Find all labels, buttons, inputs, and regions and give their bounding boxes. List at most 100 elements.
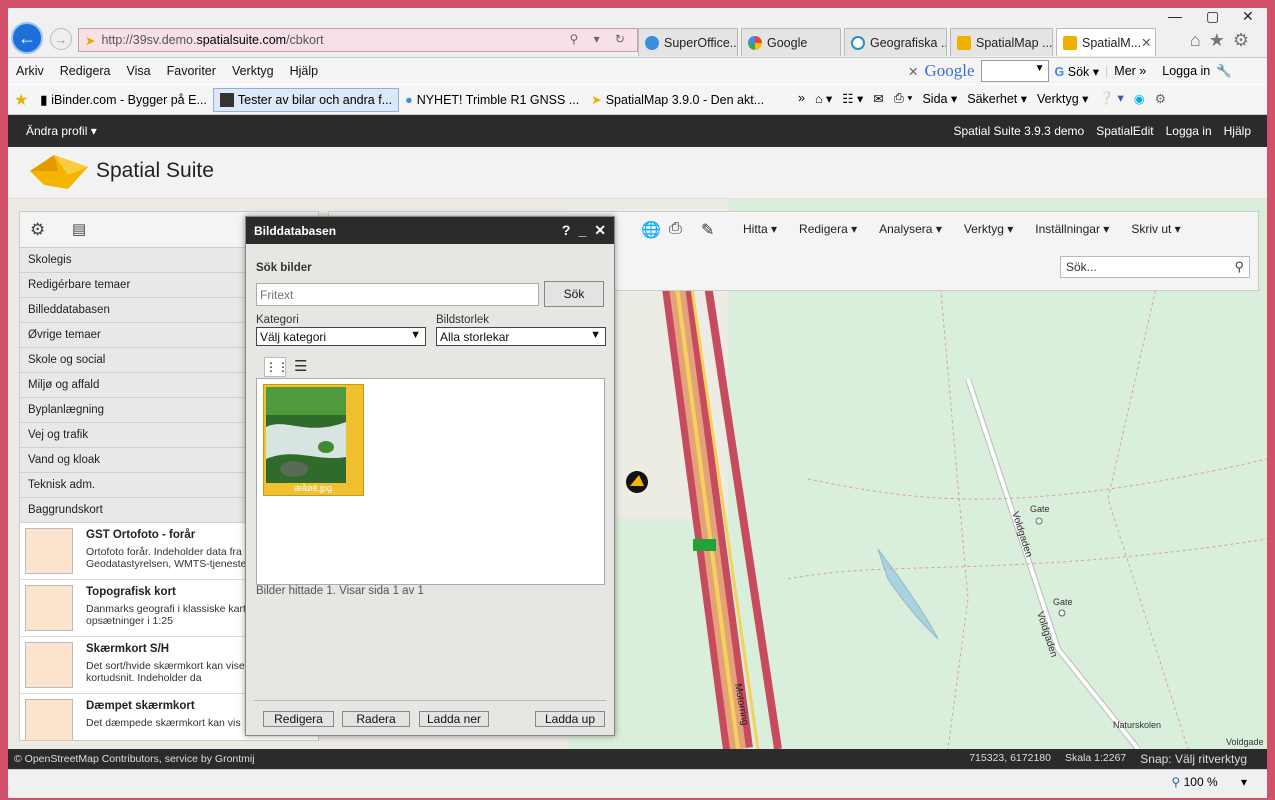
tab-google[interactable]: Google (741, 28, 841, 56)
fav-trimble[interactable]: ● NYHET! Trimble R1 GNSS ... (399, 93, 585, 107)
basemap-title: Topografisk kort (86, 586, 176, 598)
tab-label: SpatialM... (1082, 35, 1142, 50)
gear-icon[interactable]: ⚙ (1155, 91, 1166, 106)
google-login-button[interactable]: Logga in (1162, 64, 1210, 78)
google-more-button[interactable]: Mer » (1114, 64, 1146, 78)
print-icon[interactable]: ⎙ ▾ (894, 91, 913, 106)
home-icon[interactable]: ⌂ ▾ (815, 91, 832, 106)
delete-button[interactable]: Radera (342, 711, 410, 727)
print-icon[interactable]: ⎙ (669, 220, 682, 238)
menu-hitta[interactable]: Hitta ▾ (743, 222, 777, 236)
fritext-input[interactable] (256, 283, 539, 306)
forward-button[interactable]: → (50, 28, 72, 50)
menu-visa[interactable]: Visa (119, 64, 159, 78)
tab-spatialm-active[interactable]: SpatialM... ✕ (1056, 28, 1156, 56)
upload-button[interactable]: Ladda up (535, 711, 605, 727)
settings-gear-icon[interactable]: ⚙ (1233, 30, 1257, 50)
dialog-titlebar[interactable]: Bilddatabasen ? _ ✕ (246, 217, 614, 244)
tab-geografiska[interactable]: Geografiska ... (844, 28, 947, 56)
browser-statusbar: ⚲ 100 % ▾ (8, 769, 1267, 798)
attribution-text: © OpenStreetMap Contributors, service by… (14, 753, 255, 765)
help-icon[interactable]: ? (562, 222, 571, 239)
search-icon[interactable]: ⚲ (1234, 259, 1244, 275)
close-window-icon[interactable]: ✕ (1242, 8, 1254, 25)
chevron-down-icon: ▼ (410, 329, 421, 341)
globe-icon[interactable]: 🌐 (641, 220, 661, 240)
menu-analysera[interactable]: Analysera ▾ (879, 222, 942, 236)
spatialedit-link[interactable]: SpatialEdit (1096, 124, 1153, 138)
add-favorite-icon[interactable]: ★ (8, 90, 34, 110)
version-link[interactable]: Spatial Suite 3.9.3 demo (953, 124, 1084, 138)
address-bar[interactable]: ➤ http://39sv.demo. spatialsuite.com/cbko… (78, 28, 638, 52)
c-icon (851, 35, 865, 50)
search-placeholder: Sök... (1066, 260, 1097, 274)
layers-icon[interactable]: ▤ (72, 220, 86, 238)
tab-superoffice[interactable]: SuperOffice... (638, 28, 738, 56)
fav-ibinder[interactable]: ▮ iBinder.com - Bygger på E... (34, 92, 213, 108)
image-thumbnail-card[interactable]: æåøé.jpg (263, 384, 364, 496)
menu-label: Verktyg (963, 222, 1004, 236)
menu-hjalp[interactable]: Hjälp (282, 64, 327, 78)
address-prefix: http://39sv.demo. (101, 33, 197, 47)
chevron-more-icon[interactable]: » (798, 91, 805, 105)
menu-skriv-ut[interactable]: Skriv ut ▾ (1131, 222, 1180, 236)
cmd-sakerhet[interactable]: Säkerhet ▾ (967, 91, 1027, 106)
minimize-icon[interactable]: — (1168, 8, 1182, 24)
search-button[interactable]: Sök (544, 281, 604, 307)
bildstorlek-select[interactable]: Alla storlekar ▼ (436, 327, 606, 346)
home-icon[interactable]: ⌂ (1190, 30, 1209, 50)
menu-verktyg[interactable]: Verktyg ▾ (964, 222, 1013, 236)
fav-label: SpatialMap 3.9.0 - Den akt... (605, 92, 765, 107)
tab-spatialmap[interactable]: SpatialMap ... (950, 28, 1053, 56)
fav-tester[interactable]: Tester av bilar och andra f... (212, 87, 400, 112)
help-icon[interactable]: ❔ ▾ (1098, 90, 1123, 106)
map-search-input[interactable]: Sök... ⚲ (1060, 256, 1250, 278)
download-button[interactable]: Ladda ner (419, 711, 489, 727)
coordinates-readout: 715323, 6172180 (969, 752, 1051, 764)
close-tab-icon[interactable]: ✕ (1141, 35, 1151, 50)
eraser-icon[interactable]: ✎ (701, 220, 714, 240)
toolbar-menu: Hitta ▾ Redigera ▾ Analysera ▾ Verktyg ▾… (743, 222, 1181, 236)
zoom-control[interactable]: ⚲ 100 % ▾ (1171, 775, 1247, 789)
settings-gear-icon[interactable]: ⚙ (30, 220, 45, 240)
grid-view-icon[interactable]: ⋮⋮ (264, 357, 289, 377)
menu-label: Redigera (799, 222, 848, 236)
address-actions[interactable]: ⚲ ▾ ↻ (569, 32, 631, 46)
help-link[interactable]: Hjälp (1224, 124, 1251, 138)
cmd-verktyg[interactable]: Verktyg ▾ (1037, 91, 1088, 106)
tab-label: Geografiska ... (870, 35, 947, 50)
google-search-label: Sök (1067, 64, 1090, 79)
fav-spatialmap[interactable]: ➤ SpatialMap 3.9.0 - Den akt... (585, 92, 770, 108)
google-search-button[interactable]: G Sök ▾ (1055, 64, 1100, 79)
spatial-suite-logo-icon (30, 155, 88, 189)
ibinder-icon: ▮ (40, 93, 48, 107)
mail-icon[interactable]: ✉ (873, 91, 883, 106)
maximize-icon[interactable]: ▢ (1206, 8, 1219, 25)
close-google-bar-icon[interactable]: ✕ (908, 64, 918, 79)
cmd-label: Verktyg (1037, 91, 1079, 106)
cmd-sida[interactable]: Sida ▾ (922, 91, 957, 106)
profile-menu[interactable]: Ändra profil ▾ (8, 124, 97, 138)
menu-arkiv[interactable]: Arkiv (8, 64, 52, 78)
favorites-star-icon[interactable]: ★ (1209, 30, 1233, 50)
menu-installningar[interactable]: Inställningar ▾ (1035, 222, 1109, 236)
google-logo: Google (924, 61, 975, 80)
login-link[interactable]: Logga in (1166, 124, 1212, 138)
google-icon (748, 35, 762, 50)
kategori-select[interactable]: Välj kategori ▼ (256, 327, 426, 346)
minimize-icon[interactable]: _ (578, 222, 586, 239)
list-view-icon[interactable]: ☰ (294, 357, 307, 375)
rss-icon[interactable]: ☷ ▾ (842, 91, 863, 106)
back-button[interactable]: ← (11, 22, 43, 54)
fav-label: Tester av bilar och andra f... (237, 92, 393, 107)
wrench-icon[interactable]: 🔧 (1216, 64, 1232, 79)
menu-redigera[interactable]: Redigera (52, 64, 119, 78)
menu-favoriter[interactable]: Favoriter (159, 64, 224, 78)
close-icon[interactable]: ✕ (594, 222, 606, 239)
edit-button[interactable]: Redigera (263, 711, 334, 727)
skype-icon[interactable]: ◉ (1134, 91, 1145, 106)
menu-verktyg[interactable]: Verktyg (224, 64, 282, 78)
google-search-box[interactable]: ▼ (980, 60, 1049, 82)
menu-redigera[interactable]: Redigera ▾ (799, 222, 857, 236)
fav-label: iBinder.com - Bygger på E... (51, 92, 207, 107)
